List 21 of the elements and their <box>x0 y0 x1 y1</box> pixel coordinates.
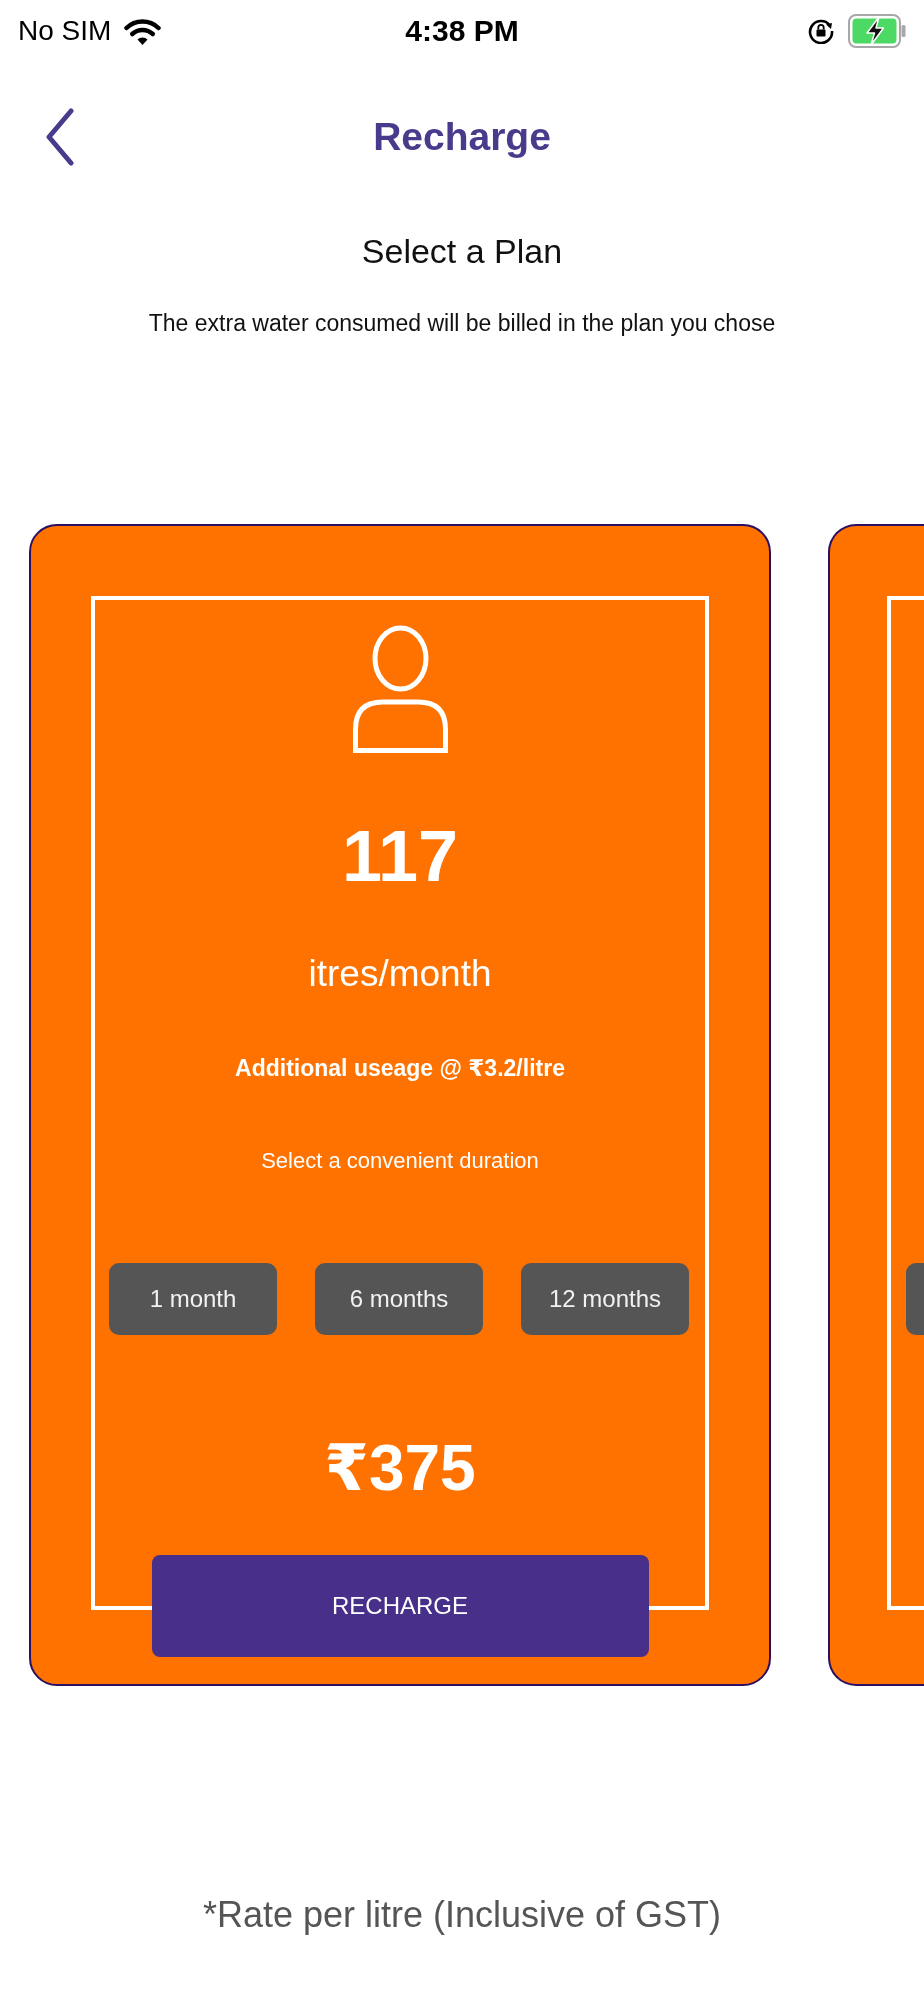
carrier-label: No SIM <box>18 14 112 48</box>
rotation-lock-icon <box>808 18 834 44</box>
additional-usage-rate: Additional useage @ ₹3.2/litre <box>235 1054 565 1083</box>
duration-prompt: Select a convenient duration <box>261 1147 539 1175</box>
section-title: Select a Plan <box>360 231 564 271</box>
person-icon <box>352 625 448 753</box>
status-time: 4:38 PM <box>405 14 519 48</box>
plan-quantity: 117 <box>341 816 459 896</box>
duration-button[interactable]: 1 month <box>109 1263 277 1335</box>
page-title: Recharge <box>373 114 551 160</box>
back-button[interactable] <box>45 108 75 166</box>
footnote: *Rate per litre (Inclusive of GST) <box>201 1893 723 1937</box>
battery-charging-icon <box>848 14 906 48</box>
plan-price: ₹375 <box>324 1431 476 1506</box>
plan-unit: itres/month <box>308 952 492 996</box>
chevron-left-icon <box>45 108 75 166</box>
duration-button[interactable] <box>906 1263 924 1335</box>
duration-button[interactable]: 6 months <box>315 1263 483 1335</box>
recharge-button[interactable]: RECHARGE <box>151 1555 649 1657</box>
duration-button[interactable]: 12 months <box>521 1263 689 1335</box>
section-subtitle: The extra water consumed will be billed in the plan you chose <box>147 309 777 337</box>
